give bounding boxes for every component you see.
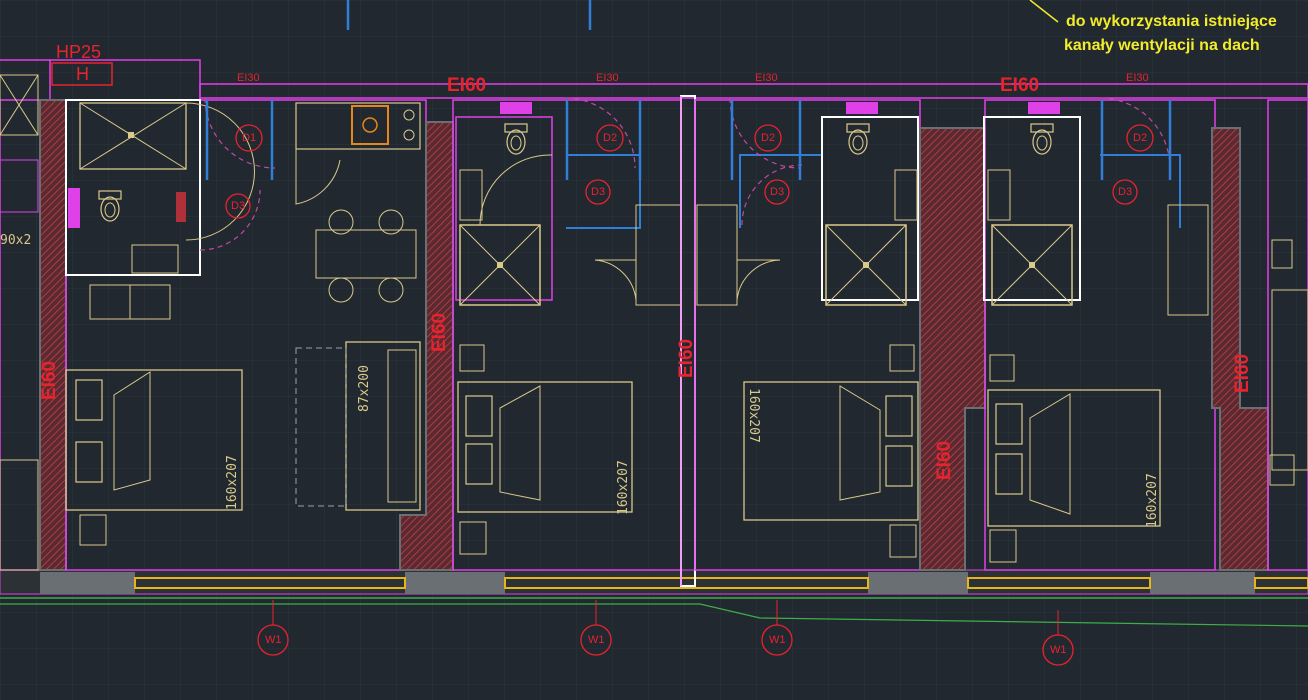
window-tag-2: W1 <box>588 634 605 646</box>
fire-rating-corridor-left: EI60 <box>447 75 487 96</box>
door-tag-d3-a: D3 <box>231 200 246 212</box>
door-tag-d3-b: D3 <box>591 186 606 198</box>
bed-size-4: 160x207 <box>1145 473 1160 528</box>
floor-plan-drawing <box>0 0 1308 700</box>
fire-rating-wall-1: EI60 <box>39 360 60 400</box>
bed-size-3: 160x207 <box>746 388 761 443</box>
fire-rating-wall-2: EI60 <box>429 312 450 352</box>
door-tag-d3-d: D3 <box>1118 186 1133 198</box>
fire-rating-door-1: EI30 <box>237 72 260 84</box>
fire-rating-door-4: EI30 <box>1126 72 1149 84</box>
window-tag-1: W1 <box>265 634 282 646</box>
fire-rating-wall-5: EI60 <box>1232 353 1253 393</box>
door-tag-d2-a: D2 <box>603 132 618 144</box>
sofa-size: 87x200 <box>357 365 372 412</box>
hydrant-letter: H <box>76 64 89 84</box>
hydrant-code: HP25 <box>56 42 102 62</box>
fire-rating-wall-3: EI60 <box>676 338 697 378</box>
fire-rating-door-3: EI30 <box>755 72 778 84</box>
door-tag-d2-b: D2 <box>761 132 776 144</box>
ventilation-note-line-1: do wykorzystania istniejące <box>1066 13 1277 30</box>
bed-size-2: 160x207 <box>616 460 631 515</box>
bed-size-1: 160x207 <box>225 455 240 510</box>
fire-rating-wall-4: EI60 <box>934 440 955 480</box>
window-tag-4: W1 <box>1050 644 1067 656</box>
door-tag-d2-c: D2 <box>1133 132 1148 144</box>
fire-rating-corridor-right: EI60 <box>1000 75 1040 96</box>
bed-size-partial: 90x2 <box>0 233 32 248</box>
ventilation-note-line-2: kanały wentylacji na dach <box>1064 37 1260 54</box>
fire-rating-door-2: EI30 <box>596 72 619 84</box>
window-tag-3: W1 <box>769 634 786 646</box>
door-tag-d3-c: D3 <box>770 186 785 198</box>
door-tag-d1: D1 <box>242 132 257 144</box>
